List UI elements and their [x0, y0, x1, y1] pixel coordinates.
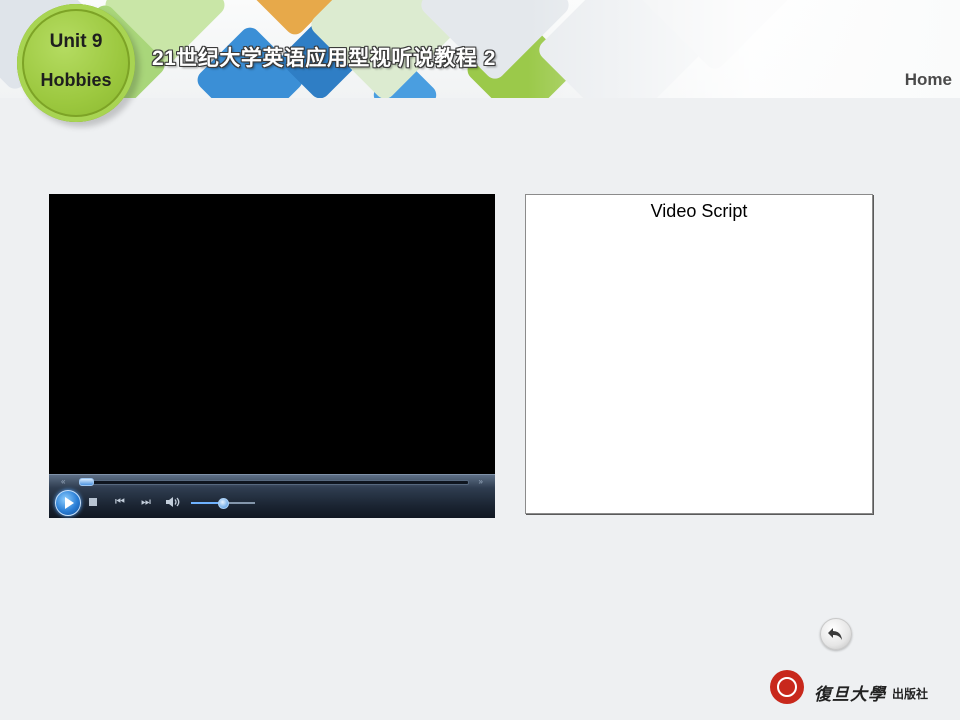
header-banner: 21世纪大学英语应用型视听说教程 2 Home [0, 0, 960, 98]
video-script-panel: Video Script [525, 194, 873, 514]
publisher-suffix: 出版社 [892, 687, 929, 701]
play-icon[interactable] [55, 490, 81, 516]
seek-thumb[interactable] [79, 478, 94, 486]
speaker-icon[interactable] [165, 496, 181, 508]
back-arrow-icon [828, 628, 842, 640]
next-track-icon[interactable]: ⏭ [141, 496, 151, 508]
stop-icon[interactable] [89, 498, 97, 506]
home-link[interactable]: Home [905, 70, 952, 90]
publisher-name: 復旦大學 [814, 685, 886, 705]
previous-track-icon[interactable]: ⏮ [115, 496, 125, 508]
seek-bar[interactable] [79, 480, 469, 485]
course-title: 21世纪大学英语应用型视听说教程 2 [152, 47, 496, 70]
video-player: « » ⏮ ⏭ [49, 194, 495, 518]
volume-thumb[interactable] [218, 498, 229, 509]
unit-number: Unit 9 [49, 31, 103, 52]
publisher-seal [770, 670, 804, 704]
unit-topic: Hobbies [40, 70, 112, 90]
publisher-logo: 復旦大學 出版社 [770, 668, 950, 710]
player-control-bar: « » ⏮ ⏭ [49, 474, 495, 518]
script-title: Video Script [650, 201, 748, 221]
unit-badge: Unit 9 Hobbies [17, 4, 135, 122]
seek-forward-icon[interactable]: » [479, 477, 483, 486]
video-screen[interactable] [49, 194, 495, 474]
seek-back-icon[interactable]: « [61, 477, 65, 486]
back-button[interactable] [820, 618, 852, 650]
